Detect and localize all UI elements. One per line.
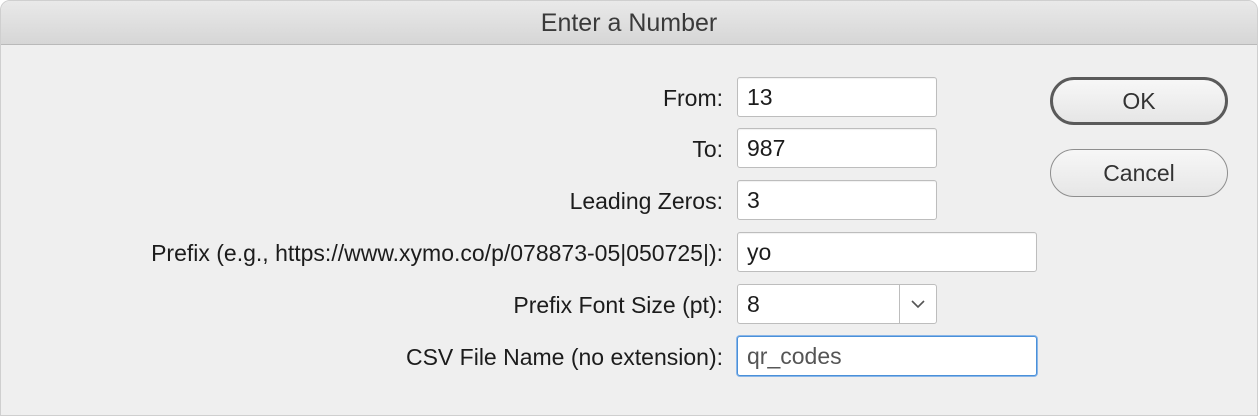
from-label: From: (662, 85, 723, 111)
leading-zeros-label: Leading Zeros: (569, 188, 723, 214)
to-input[interactable] (737, 128, 937, 168)
prefix-font-size-value: 8 (747, 291, 760, 317)
from-input[interactable] (737, 77, 937, 117)
cancel-button[interactable]: Cancel (1050, 149, 1228, 197)
ok-button[interactable]: OK (1050, 77, 1228, 125)
chevron-down-icon[interactable] (899, 285, 936, 323)
to-label: To: (692, 136, 723, 162)
dialog-title: Enter a Number (1, 1, 1257, 45)
prefix-label: Prefix (e.g., https://www.xymo.co/p/0788… (151, 240, 723, 266)
enter-number-dialog: Enter a Number From: To: Leading Zeros: … (0, 0, 1258, 416)
csv-file-name-input[interactable] (737, 336, 1037, 376)
prefix-input[interactable] (737, 232, 1037, 272)
prefix-font-size-select[interactable]: 8 (737, 284, 937, 324)
prefix-font-size-label: Prefix Font Size (pt): (513, 292, 723, 318)
leading-zeros-input[interactable] (737, 180, 937, 220)
csv-file-name-label: CSV File Name (no extension): (405, 344, 723, 370)
